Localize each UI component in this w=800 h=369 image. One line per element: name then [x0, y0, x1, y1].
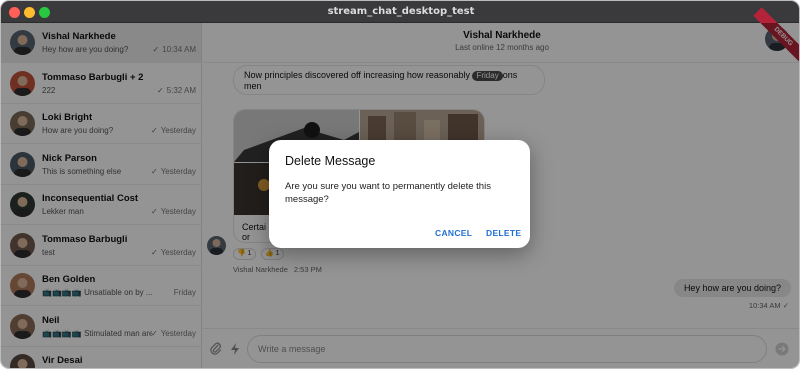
app-window: stream_chat_desktop_test Vishal Narkhede… [0, 0, 800, 369]
delete-message-dialog: Delete Message Are you sure you want to … [269, 140, 530, 248]
delete-button[interactable]: DELETE [486, 228, 521, 238]
dialog-title: Delete Message [285, 154, 376, 168]
title-bar: stream_chat_desktop_test [1, 1, 799, 23]
cancel-button[interactable]: CANCEL [435, 228, 472, 238]
window-title: stream_chat_desktop_test [327, 6, 475, 17]
dialog-body: Are you sure you want to permanently del… [285, 181, 491, 205]
